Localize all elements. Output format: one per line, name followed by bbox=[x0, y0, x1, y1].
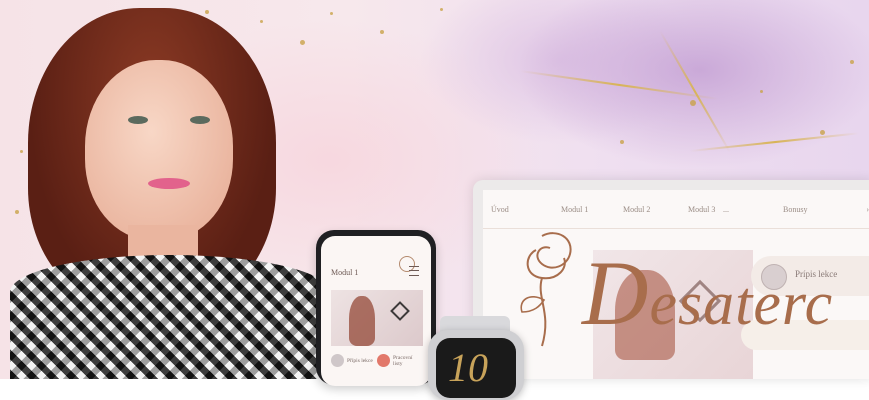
instructor-photo bbox=[0, 0, 330, 379]
nav-item-modul-3[interactable]: Modul 3 bbox=[688, 205, 715, 214]
patterned-blouse bbox=[10, 255, 330, 379]
phone-module-title: Modul 1 bbox=[331, 268, 359, 277]
phone-screen: Modul 1 Přípis lekce Pracovní listy bbox=[321, 236, 431, 386]
phone-lesson-photo bbox=[331, 290, 423, 346]
smartwatch-mockup: 10 bbox=[428, 330, 524, 400]
watch-screen: 10 bbox=[436, 338, 516, 398]
nav-item-modul-1[interactable]: Modul 1 bbox=[561, 205, 588, 214]
phone-photo-person bbox=[349, 296, 375, 346]
transcript-chip-icon bbox=[331, 354, 344, 367]
watch-number: 10 bbox=[448, 345, 488, 390]
left-eye bbox=[128, 116, 148, 124]
phone-chip-transcript[interactable]: Přípis lekce bbox=[331, 354, 377, 367]
logo-rest: esaterc bbox=[649, 270, 834, 338]
phone-chip-worksheets[interactable]: Pracovní listy bbox=[377, 354, 423, 367]
face bbox=[85, 60, 233, 240]
chip-label: Pracovní listy bbox=[393, 354, 413, 367]
nav-item-uvod[interactable]: Úvod bbox=[491, 205, 509, 214]
chip-label: Přípis lekce bbox=[347, 357, 373, 364]
phone-diamond-icon bbox=[390, 301, 410, 321]
brand-logo-text: Desaterc bbox=[582, 247, 834, 339]
nav-item-bonusy[interactable]: Bonusy bbox=[783, 205, 807, 214]
course-nav: Úvod Modul 1 Modul 2 Modul 3 ... Bonusy … bbox=[483, 200, 869, 222]
logo-initial: D bbox=[582, 242, 650, 344]
worksheets-chip-icon bbox=[377, 354, 390, 367]
hamburger-menu-icon[interactable] bbox=[409, 266, 419, 276]
nav-item-modul-2[interactable]: Modul 2 bbox=[623, 205, 650, 214]
phone-mockup: Modul 1 Přípis lekce Pracovní listy bbox=[316, 230, 436, 386]
lips bbox=[148, 178, 190, 189]
nav-item-more[interactable]: ... bbox=[723, 205, 729, 214]
right-eye bbox=[190, 116, 210, 124]
rose-logo-icon bbox=[520, 232, 572, 347]
